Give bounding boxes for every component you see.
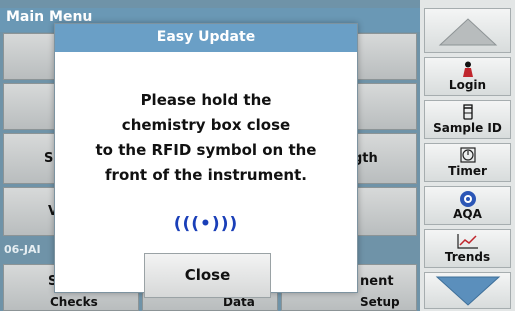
- sample-id-button[interactable]: Sample ID: [424, 100, 511, 139]
- dialog-message-line: front of the instrument.: [105, 166, 307, 184]
- dialog-message-line: Please hold the: [140, 91, 272, 109]
- rfid-icon: (((•))): [173, 214, 239, 234]
- aqa-button[interactable]: AQA: [424, 186, 511, 225]
- trends-label: Trends: [444, 250, 491, 264]
- sample-id-label: Sample ID: [433, 121, 502, 135]
- aqa-label: AQA: [453, 207, 482, 221]
- menu-button-label: Setup: [360, 295, 400, 309]
- login-label: Login: [448, 78, 487, 92]
- login-button[interactable]: Login: [424, 57, 511, 96]
- close-button[interactable]: Close: [144, 253, 271, 298]
- arrow-down-icon: [435, 276, 501, 306]
- scroll-up-button[interactable]: [424, 8, 511, 53]
- easy-update-dialog: Easy Update Please hold the chemistry bo…: [54, 23, 358, 298]
- trends-button[interactable]: Trends: [424, 229, 511, 268]
- scroll-down-button[interactable]: [424, 272, 511, 309]
- menu-button-label: Checks: [50, 295, 98, 309]
- timer-label: Timer: [448, 164, 487, 178]
- menu-button-label: nent: [360, 274, 394, 289]
- dialog-title: Easy Update: [156, 29, 256, 45]
- side-panel: Login Sample ID Timer AQA Trends: [420, 0, 515, 311]
- arrow-up-icon: [438, 18, 498, 46]
- dialog-message-line: chemistry box close: [121, 116, 291, 134]
- date-label: 06-JAI: [4, 243, 41, 256]
- dialog-title-bar: Easy Update: [55, 24, 357, 52]
- timer-button[interactable]: Timer: [424, 143, 511, 182]
- dialog-message-line: to the RFID symbol on the: [95, 141, 317, 159]
